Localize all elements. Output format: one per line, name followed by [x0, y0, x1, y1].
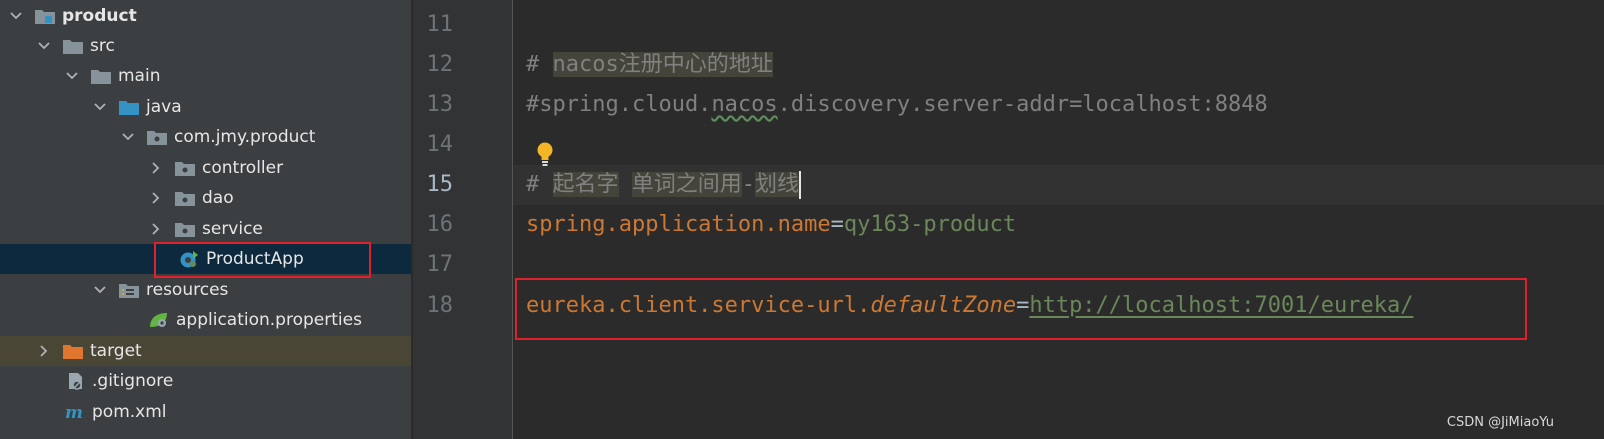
tree-item-label: .gitignore [92, 371, 174, 391]
project-tree-panel: product src main java com.jmy.product co… [0, 0, 411, 439]
comment-segment: .discovery.server-addr=localhost:8848 [777, 92, 1268, 117]
tree-item-src[interactable]: src [0, 31, 411, 61]
line-number: 16 [426, 212, 454, 237]
code-line-13[interactable]: #spring.cloud.nacos.discovery.server-add… [526, 85, 1268, 125]
module-folder-icon [34, 7, 56, 25]
excluded-folder-icon [62, 342, 84, 360]
tree-item-label: main [118, 66, 161, 86]
chevron-down-icon[interactable] [64, 68, 80, 84]
tree-item-dao[interactable]: dao [0, 183, 411, 213]
tree-item-controller[interactable]: controller [0, 153, 411, 183]
chevron-right-icon[interactable] [148, 160, 164, 176]
chevron-down-icon[interactable] [8, 8, 24, 24]
code-line-15[interactable]: # 起名字 单词之间用-划线 [526, 165, 802, 205]
tree-item-resources[interactable]: resources [0, 275, 411, 305]
tree-item-com-jmy-product[interactable]: com.jmy.product [0, 122, 411, 152]
line-number: 13 [426, 92, 454, 117]
code-line-12[interactable]: # nacos注册中心的地址 [526, 45, 773, 85]
chevron-right-icon[interactable] [148, 221, 164, 237]
chevron-down-icon[interactable] [92, 99, 108, 115]
tree-item-label: service [202, 219, 263, 239]
property-separator: = [830, 212, 844, 237]
folder-icon [90, 67, 112, 85]
comment-cjk-text: 划线 [755, 172, 800, 197]
tree-item-label: controller [202, 158, 284, 178]
comment-word: nacos [552, 52, 619, 77]
watermark: CSDN @JiMiaoYu [1446, 415, 1554, 430]
package-icon [174, 189, 196, 207]
property-value: qy163-product [843, 212, 1017, 237]
typo-word: nacos [711, 92, 778, 117]
chevron-down-icon[interactable] [36, 38, 52, 54]
tree-item-label: java [146, 97, 182, 117]
package-icon [146, 128, 168, 146]
line-number: 18 [426, 293, 454, 318]
package-icon [174, 159, 196, 177]
property-key: spring.application.name [526, 212, 831, 237]
chevron-right-icon[interactable] [148, 190, 164, 206]
tree-item-product[interactable]: product [0, 1, 411, 31]
annotation-highlight-productapp [154, 242, 371, 278]
folder-icon [62, 37, 84, 55]
tree-item-label: resources [146, 280, 229, 300]
comment-segment: #spring.cloud. [526, 92, 712, 117]
chevron-down-icon[interactable] [120, 129, 136, 145]
intention-bulb-icon[interactable] [534, 141, 556, 167]
comment-prefix: # [526, 172, 553, 197]
tree-item-label: com.jmy.product [174, 127, 316, 147]
spring-properties-icon [148, 311, 170, 329]
comment-dash: - [741, 172, 756, 197]
line-number: 12 [426, 52, 454, 77]
tree-item-pom-xml[interactable]: m pom.xml [0, 397, 411, 427]
annotation-highlight-eureka-line [515, 278, 1527, 340]
tree-item-label: dao [202, 188, 234, 208]
tree-item-label: target [90, 341, 142, 361]
tree-item-label: application.properties [176, 310, 362, 330]
line-number-current: 15 [426, 172, 454, 197]
source-root-folder-icon [118, 98, 140, 116]
package-icon [174, 220, 196, 238]
svg-text:m: m [65, 403, 83, 421]
comment-space [619, 172, 632, 197]
tree-item-java[interactable]: java [0, 92, 411, 122]
code-line-16[interactable]: spring.application.name=qy163-product [526, 205, 1016, 245]
tree-item-gitignore[interactable]: .gitignore [0, 366, 411, 396]
line-number: 11 [426, 12, 454, 37]
tree-item-target[interactable]: target [0, 336, 411, 366]
chevron-right-icon[interactable] [36, 343, 52, 359]
chevron-down-icon[interactable] [92, 282, 108, 298]
comment-prefix: # [526, 52, 553, 77]
comment-cjk-text: 起名字 [552, 172, 619, 197]
tree-item-label: product [62, 6, 137, 26]
tree-item-label: pom.xml [92, 402, 167, 422]
resources-folder-icon [118, 281, 140, 299]
line-number: 14 [426, 132, 454, 157]
line-number: 17 [426, 252, 454, 277]
tree-item-service[interactable]: service [0, 214, 411, 244]
maven-icon: m [64, 403, 86, 421]
comment-cjk-text: 注册中心的地址 [618, 52, 773, 77]
text-caret [799, 171, 802, 199]
ignore-file-icon [64, 372, 86, 390]
tree-item-label: src [90, 36, 115, 56]
tree-item-application-properties[interactable]: application.properties [0, 305, 411, 335]
comment-cjk-text: 单词之间用 [631, 172, 742, 197]
tree-item-main[interactable]: main [0, 61, 411, 91]
